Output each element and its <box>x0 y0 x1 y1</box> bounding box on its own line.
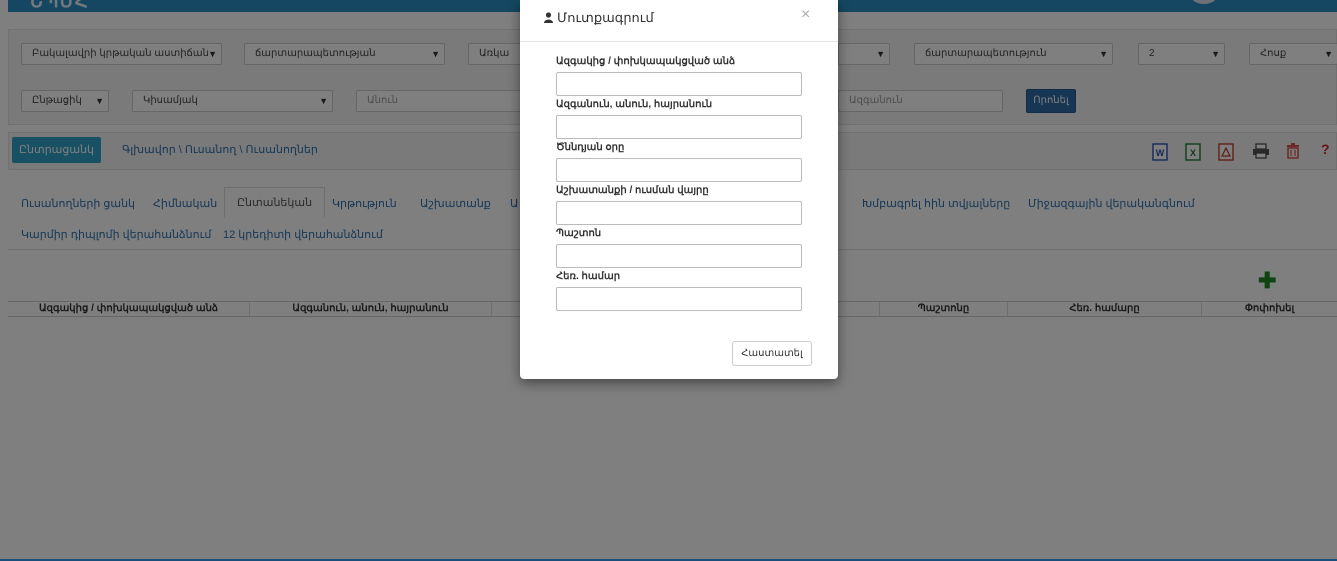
relative-field[interactable] <box>556 72 802 96</box>
birthdate-field[interactable] <box>556 158 802 182</box>
field-label-phone: Հեռ. համար <box>556 271 621 282</box>
phone-field[interactable] <box>556 287 802 311</box>
confirm-button-label: Հաստատել <box>741 348 803 359</box>
field-label-birthdate: Ծննդյան օրը <box>556 142 625 153</box>
confirm-button[interactable]: Հաստատել <box>732 341 812 366</box>
entry-modal: Մուտքագրում × Ազգակից / փոխկապակցված անձ… <box>520 0 838 379</box>
user-icon <box>544 11 553 23</box>
field-label-workplace: Աշխատանքի / ուսման վայրը <box>556 185 709 196</box>
field-label-position: Պաշտոն <box>556 228 602 239</box>
field-label-fullname: Ազգանուն, անուն, հայրանուն <box>556 99 713 110</box>
modal-title-text: Մուտքագրում <box>557 10 654 25</box>
position-field[interactable] <box>556 244 802 268</box>
modal-title: Մուտքագրում <box>544 10 654 26</box>
field-label-relative: Ազգակից / փոխկապակցված անձ <box>556 56 736 67</box>
fullname-field[interactable] <box>556 115 802 139</box>
close-icon[interactable]: × <box>801 6 810 24</box>
modal-header: Մուտքագրում × <box>520 0 838 42</box>
workplace-field[interactable] <box>556 201 802 225</box>
